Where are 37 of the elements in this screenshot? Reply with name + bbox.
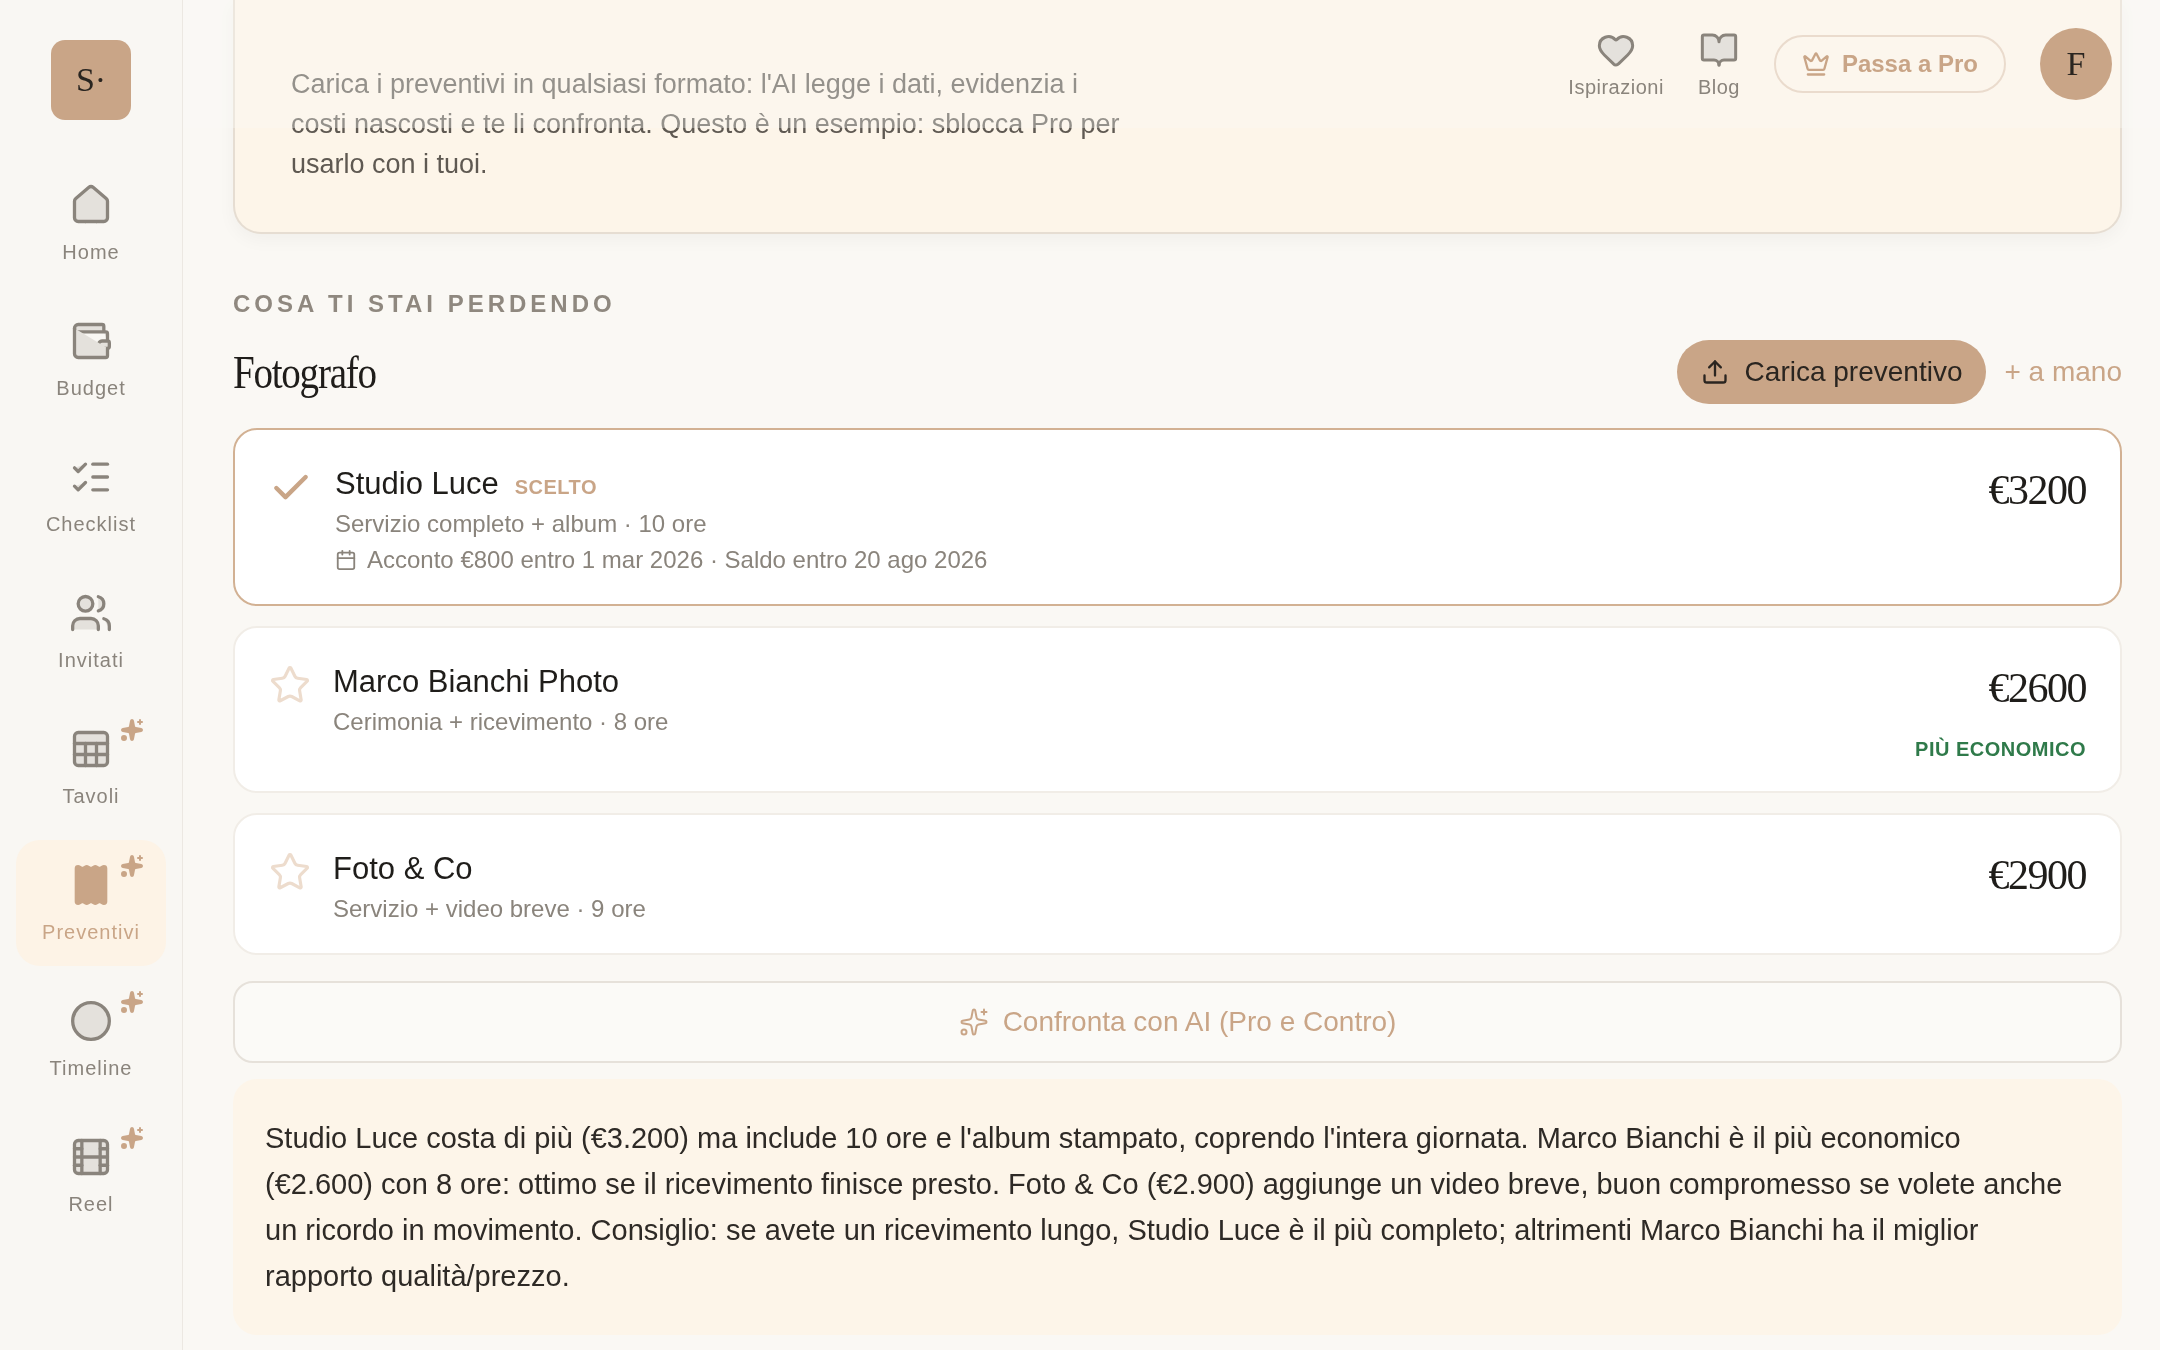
- quote-card[interactable]: Marco Bianchi Photo Cerimonia + ricevimento · 8 ore €2600 PIÙ ECONOMICO: [233, 626, 2122, 793]
- chosen-label: SCELTO: [514, 476, 597, 499]
- quote-card[interactable]: Studio Luce SCELTO Servizio completo + album · 10 ore Acconto €800 entro 1 mar 2026 · Saldo entro 20 ago 2026 €3200: [233, 428, 2122, 606]
- nav-item[interactable]: Home: [16, 160, 166, 286]
- quote-card[interactable]: Foto & Co Servizio + video breve · 9 ore €2900: [233, 813, 2122, 955]
- crown-icon: [1801, 50, 1830, 78]
- calendar-icon: [335, 549, 357, 571]
- vendor-name: Marco Bianchi Photo: [333, 664, 620, 700]
- quote-price: €3200: [1988, 466, 2086, 514]
- payment-schedule: Acconto €800 entro 1 mar 2026 · Saldo entro 20 ago 2026: [367, 546, 988, 574]
- manual-add-link[interactable]: + a mano: [2004, 356, 2122, 388]
- ai-summary: Studio Luce costa di più (€3.200) ma include 10 ore e l'album stampato, coprendo l'intera giornata. Marco Bianchi è il più economico (€2.600) con 8 ore: ottimo se il ricevimento finisce presto. Foto & Co (€2.900) aggiunge un video breve, buon compromesso se volete anche un ricordo in movimento. Consiglio: se avete un ricevimento lungo, Studio Luce è il più completo; altrimenti Marco Bianchi ha il miglior rapporto qualità/prezzo.: [233, 1079, 2122, 1335]
- section-label: COSA TI STAI PERDENDO: [233, 290, 617, 318]
- quote-details: Cerimonia + ricevimento · 8 ore: [333, 708, 670, 736]
- nav-item[interactable]: Invitati: [16, 568, 166, 694]
- category-title: Fotografo: [233, 345, 377, 399]
- nav-item[interactable]: Budget: [16, 296, 166, 422]
- sparkle-icon: [958, 1007, 989, 1037]
- quote-details: Servizio + video breve · 9 ore: [333, 895, 647, 923]
- app-logo: S·: [51, 40, 131, 120]
- intro-text: Carica i preventivi in qualsiasi formato: l'AI legge i dati, evidenzia i costi nascosti e te li confronta. Questo è un esempio: sblocca Pro per usarlo con i tuoi.: [291, 68, 1121, 181]
- quote-price: €2900: [1988, 851, 2086, 899]
- header-link[interactable]: Blog: [1697, 29, 1740, 99]
- header-link[interactable]: Ispirazioni: [1568, 29, 1664, 99]
- vendor-name: Studio Luce: [335, 466, 499, 502]
- nav-item[interactable]: Checklist: [16, 432, 166, 558]
- quote-price: €2600: [1988, 664, 2086, 712]
- cheapest-label: PIÙ ECONOMICO: [1915, 738, 2086, 761]
- nav-item[interactable]: Timeline: [16, 976, 166, 1102]
- compare-button[interactable]: Confronta con AI (Pro e Contro): [233, 981, 2122, 1063]
- vendor-name: Foto & Co: [333, 851, 473, 887]
- upload-icon: [1700, 358, 1729, 386]
- upload-button[interactable]: Carica preventivo: [1676, 340, 1987, 404]
- nav-item[interactable]: Tavoli: [16, 704, 166, 830]
- nav-item[interactable]: Reel: [16, 1112, 166, 1238]
- quote-details: Servizio completo + album · 10 ore: [335, 510, 708, 538]
- nav-item[interactable]: Preventivi: [16, 840, 166, 966]
